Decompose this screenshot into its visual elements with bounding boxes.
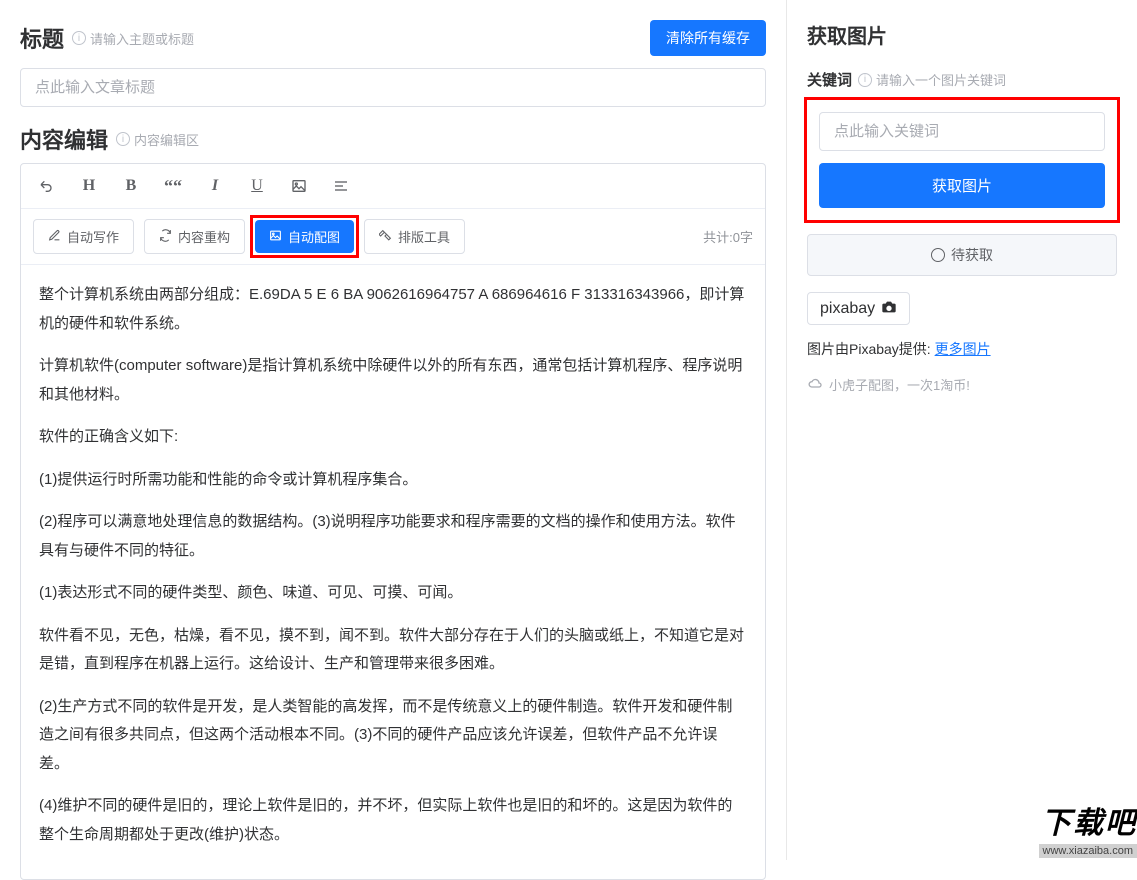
editor-toolbar-formatting: H B ““ I U <box>21 164 765 209</box>
keyword-input-highlight: 获取图片 <box>804 97 1120 223</box>
image-icon[interactable] <box>285 172 313 200</box>
picture-icon <box>269 229 282 245</box>
editor-content[interactable]: 整个计算机系统由两部分组成：E.69DA 5 E 6 BA 9062616964… <box>21 265 765 879</box>
keyword-label-row: 关键词 i 请输入一个图片关键词 <box>807 69 1117 90</box>
info-icon: i <box>116 132 130 146</box>
watermark-main: 下载吧 <box>1041 798 1137 842</box>
pixabay-attribution: 图片由Pixabay提供: 更多图片 <box>807 339 1117 359</box>
layout-tool-label: 排版工具 <box>398 227 450 246</box>
title-label: 标题 <box>20 22 64 54</box>
auto-image-label: 自动配图 <box>288 227 340 246</box>
refresh-icon <box>159 229 172 245</box>
content-paragraph: (4)维护不同的硬件是旧的，理论上软件是旧的，并不坏，但实际上软件也是旧的和坏的… <box>39 792 747 849</box>
tool-icon <box>379 229 392 245</box>
content-edit-hint-text: 内容编辑区 <box>134 130 199 149</box>
content-paragraph: (2)程序可以满意地处理信息的数据结构。(3)说明程序功能要求和程序需要的文档的… <box>39 508 747 565</box>
pixabay-prefix: 图片由Pixabay提供: <box>807 341 935 357</box>
content-restructure-label: 内容重构 <box>178 227 230 246</box>
content-edit-label: 内容编辑 <box>20 123 108 155</box>
keyword-input[interactable] <box>819 112 1105 151</box>
fetch-image-button[interactable]: 获取图片 <box>819 163 1105 208</box>
layout-tool-button[interactable]: 排版工具 <box>364 219 465 254</box>
editor-toolbar-actions: 自动写作 内容重构 自动配图 <box>21 209 765 265</box>
undo-icon[interactable] <box>33 172 61 200</box>
auto-write-label: 自动写作 <box>67 227 119 246</box>
fetch-status-text: 待获取 <box>951 245 993 265</box>
content-paragraph: (1)提供运行时所需功能和性能的命令或计算机程序集合。 <box>39 466 747 495</box>
word-count: 共计:0字 <box>703 227 753 246</box>
keyword-hint-text: 请输入一个图片关键词 <box>876 70 1006 89</box>
auto-write-button[interactable]: 自动写作 <box>33 219 134 254</box>
fetch-status: 待获取 <box>807 234 1117 276</box>
content-paragraph: (2)生产方式不同的软件是开发，是人类智能的高发挥，而不是传统意义上的硬件制造。… <box>39 693 747 779</box>
title-hint: i 请输入主题或标题 <box>72 29 194 48</box>
bold-icon[interactable]: B <box>117 172 145 200</box>
content-paragraph: 软件的正确含义如下: <box>39 423 747 452</box>
content-restructure-button[interactable]: 内容重构 <box>144 219 245 254</box>
title-section-header: 标题 i 请输入主题或标题 清除所有缓存 <box>20 20 766 56</box>
more-images-link[interactable]: 更多图片 <box>935 341 991 357</box>
tip-text: 小虎子配图，一次1淘币! <box>829 375 970 394</box>
edit-icon <box>48 229 61 245</box>
sidebar-header: 获取图片 <box>807 20 1117 49</box>
heading-icon[interactable]: H <box>75 172 103 200</box>
watermark: 下载吧 www.xiazaiba.com <box>997 790 1137 860</box>
info-icon: i <box>72 31 86 45</box>
content-edit-hint: i 内容编辑区 <box>116 130 199 149</box>
keyword-label: 关键词 <box>807 69 852 90</box>
pixabay-badge: pixabay <box>807 292 910 325</box>
pixabay-label: pixabay <box>820 300 875 318</box>
content-paragraph: 软件看不见，无色，枯燥，看不见，摸不到，闻不到。软件大部分存在于人们的头脑或纸上… <box>39 622 747 679</box>
auto-image-button[interactable]: 自动配图 <box>255 220 354 253</box>
content-paragraph: 整个计算机系统由两部分组成：E.69DA 5 E 6 BA 9062616964… <box>39 281 747 338</box>
title-hint-text: 请输入主题或标题 <box>90 29 194 48</box>
circle-icon <box>931 248 945 262</box>
underline-icon[interactable]: U <box>243 172 271 200</box>
cloud-icon <box>807 375 823 394</box>
info-icon: i <box>858 73 872 87</box>
content-paragraph: 计算机软件(computer software)是指计算机系统中除硬件以外的所有… <box>39 352 747 409</box>
sidebar: 获取图片 关键词 i 请输入一个图片关键词 获取图片 待获取 pixabay 图… <box>787 0 1137 860</box>
camera-icon <box>881 299 897 318</box>
keyword-hint: i 请输入一个图片关键词 <box>858 70 1006 89</box>
clear-cache-button[interactable]: 清除所有缓存 <box>650 20 766 56</box>
auto-image-highlight: 自动配图 <box>250 215 359 258</box>
tip-row: 小虎子配图，一次1淘币! <box>807 375 1117 394</box>
content-edit-header: 内容编辑 i 内容编辑区 <box>20 123 766 155</box>
title-input[interactable] <box>20 68 766 107</box>
watermark-url: www.xiazaiba.com <box>1039 844 1137 858</box>
editor-box: H B ““ I U 自动写作 <box>20 163 766 880</box>
italic-icon[interactable]: I <box>201 172 229 200</box>
align-left-icon[interactable] <box>327 172 355 200</box>
content-paragraph: (1)表达形式不同的硬件类型、颜色、味道、可见、可摸、可闻。 <box>39 579 747 608</box>
quote-icon[interactable]: ““ <box>159 172 187 200</box>
